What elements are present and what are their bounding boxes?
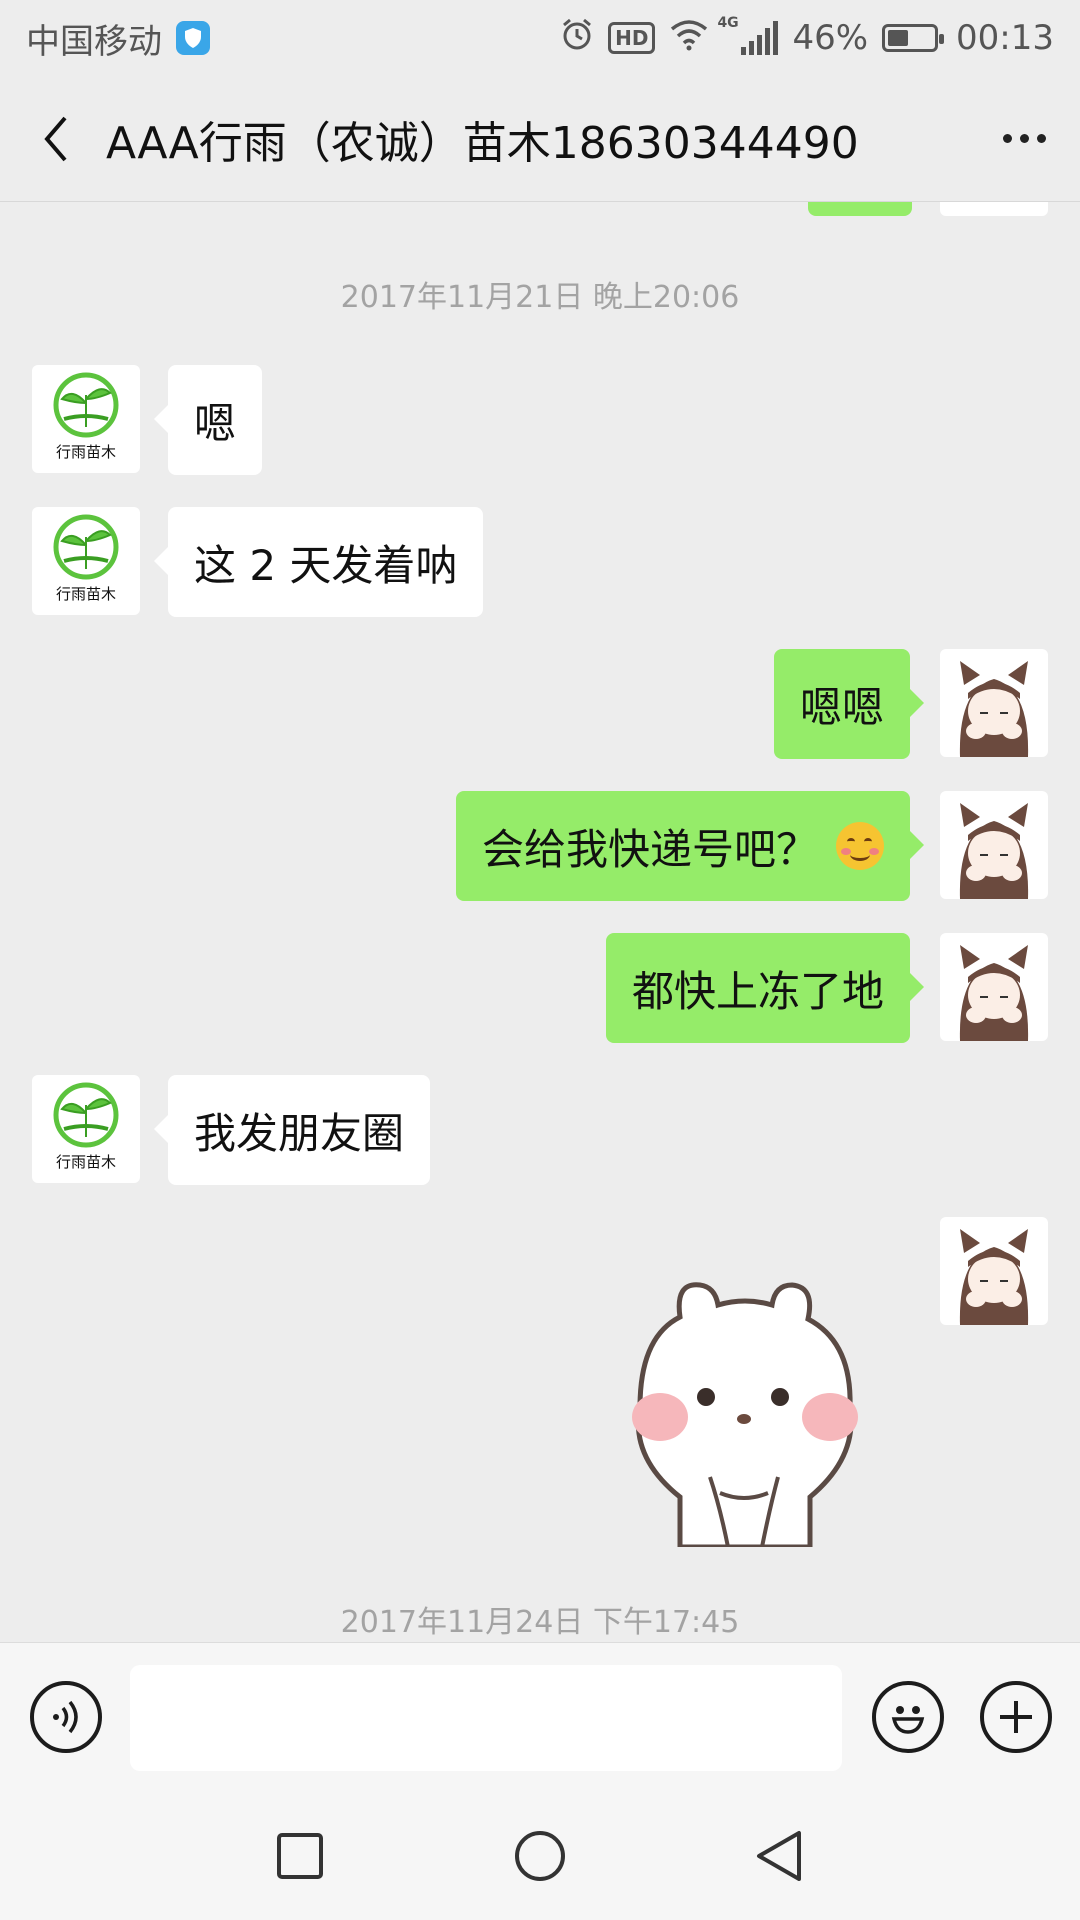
my-avatar[interactable] (940, 1217, 1048, 1325)
incoming-message-bubble[interactable]: 这 2 天发着呐 (153, 507, 484, 617)
message-input[interactable] (130, 1665, 842, 1771)
back-nav-button[interactable] (752, 1828, 808, 1884)
my-avatar[interactable] (940, 933, 1048, 1041)
hd-badge: HD (608, 22, 656, 54)
carrier-label: 中国移动 (26, 21, 162, 62)
bear-sticker[interactable] (620, 1267, 870, 1547)
square-icon (277, 1833, 323, 1879)
message-row: 行雨苗木 这 2 天发着呐 (0, 507, 1080, 617)
voice-icon (53, 1700, 78, 1734)
message-row: 会给我快递号吧？ (0, 791, 1080, 901)
contact-avatar[interactable]: 行雨苗木 (32, 507, 140, 615)
plus-icon (1000, 1701, 1032, 1733)
message-row: 都快上冻了地 (0, 933, 1080, 1043)
recent-apps-button[interactable] (272, 1828, 328, 1884)
my-avatar[interactable] (940, 791, 1048, 899)
home-button[interactable] (512, 1828, 568, 1884)
chat-header: AAA行雨（农诚）苗木18630344490 (0, 76, 1080, 202)
more-functions-button[interactable] (980, 1681, 1052, 1753)
message-row: 行雨苗木 嗯 (0, 365, 1080, 475)
more-icon (1002, 134, 1012, 143)
girl-avatar-image (959, 803, 1029, 899)
emoji-icon (891, 1706, 925, 1734)
alarm-icon (560, 17, 594, 60)
outgoing-message-bubble[interactable]: 都快上冻了地 (605, 933, 925, 1043)
chevron-left-icon (44, 116, 67, 161)
message-text: 会给我快递号吧？ (481, 824, 818, 874)
clock: 00:13 (956, 18, 1054, 58)
girl-avatar-image (959, 945, 1029, 1041)
girl-avatar-image (959, 1229, 1029, 1325)
timestamp: 2017年11月21日 晚上20:06 (340, 280, 740, 315)
previous-message-avatar (940, 202, 1048, 216)
triangle-back-icon (757, 1831, 801, 1881)
message-row: 行雨苗木 我发朋友圈 (0, 1075, 1080, 1185)
wifi-icon (669, 17, 709, 60)
back-button[interactable] (26, 109, 86, 169)
contact-logo-image: 行雨苗木 (53, 514, 119, 603)
svg-text:行雨苗木: 行雨苗木 (56, 1153, 116, 1171)
smiling-face-icon (836, 822, 884, 870)
network-type-label: 4G (717, 15, 739, 31)
message-row: 嗯嗯 (0, 649, 1080, 759)
contact-logo-image: 行雨苗木 (53, 1082, 119, 1171)
incoming-message-bubble[interactable]: 嗯 (153, 365, 263, 475)
status-bar: 中国移动 HD 4G 46% 00:13 (0, 0, 1080, 76)
battery-icon (882, 24, 945, 52)
message-row (0, 1217, 1080, 1547)
incoming-message-bubble[interactable]: 我发朋友圈 (153, 1075, 431, 1185)
previous-message-bubble (808, 202, 912, 216)
circle-icon (515, 1831, 565, 1881)
svg-text:行雨苗木: 行雨苗木 (56, 585, 116, 603)
timestamp: 2017年11月24日 下午17:45 (340, 1605, 740, 1640)
voice-button[interactable] (30, 1681, 102, 1753)
contact-avatar[interactable]: 行雨苗木 (32, 1075, 140, 1183)
system-navigation-bar (0, 1792, 1080, 1920)
chat-area[interactable]: 2017年11月21日 晚上20:06 行雨苗木 嗯 行雨苗木 这 2 天发着呐 (0, 202, 1080, 1642)
outgoing-message-bubble[interactable]: 嗯嗯 (773, 649, 925, 759)
battery-percent: 46% (792, 18, 869, 58)
shield-icon (176, 21, 210, 55)
signal-icon: 4G (717, 15, 779, 55)
contact-avatar[interactable]: 行雨苗木 (32, 365, 140, 473)
girl-avatar-image (959, 661, 1029, 757)
my-avatar[interactable] (940, 649, 1048, 757)
emoji-button[interactable] (872, 1681, 944, 1753)
more-options-button[interactable] (994, 109, 1054, 169)
svg-text:行雨苗木: 行雨苗木 (56, 443, 116, 461)
chat-title: AAA行雨（农诚）苗木18630344490 (106, 117, 859, 169)
contact-logo-image: 行雨苗木 (53, 372, 119, 461)
input-bar (0, 1642, 1080, 1792)
outgoing-message-bubble[interactable]: 会给我快递号吧？ (455, 791, 925, 901)
